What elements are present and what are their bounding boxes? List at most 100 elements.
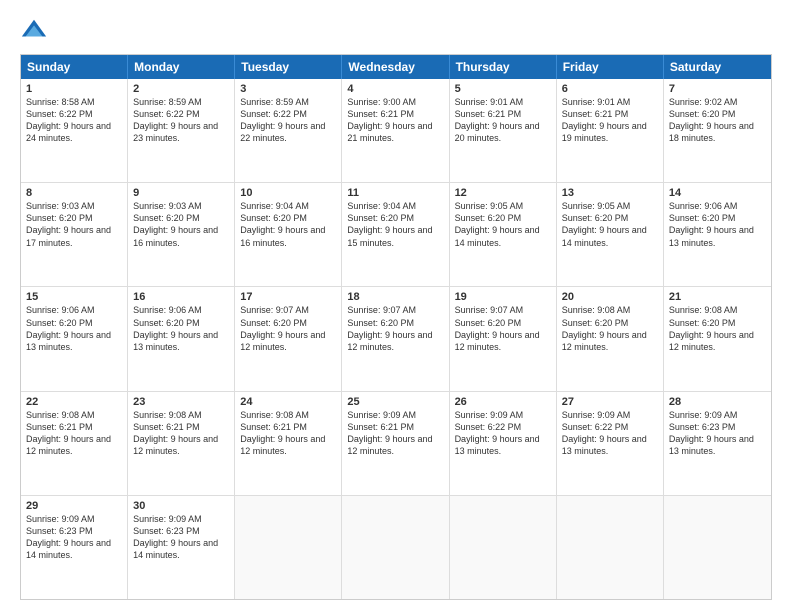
cell-info: Sunrise: 9:01 AMSunset: 6:21 PMDaylight:…	[562, 96, 658, 145]
day-cell: 8Sunrise: 9:03 AMSunset: 6:20 PMDaylight…	[21, 183, 128, 286]
day-number: 2	[133, 83, 229, 95]
day-cell: 17Sunrise: 9:07 AMSunset: 6:20 PMDayligh…	[235, 287, 342, 390]
day-cell: 24Sunrise: 9:08 AMSunset: 6:21 PMDayligh…	[235, 392, 342, 495]
day-number: 21	[669, 291, 766, 303]
empty-cell	[450, 496, 557, 599]
empty-cell	[342, 496, 449, 599]
cell-info: Sunrise: 9:07 AMSunset: 6:20 PMDaylight:…	[455, 304, 551, 353]
day-cell: 12Sunrise: 9:05 AMSunset: 6:20 PMDayligh…	[450, 183, 557, 286]
day-number: 23	[133, 396, 229, 408]
cell-info: Sunrise: 8:59 AMSunset: 6:22 PMDaylight:…	[240, 96, 336, 145]
empty-cell	[235, 496, 342, 599]
day-number: 25	[347, 396, 443, 408]
day-number: 19	[455, 291, 551, 303]
day-number: 3	[240, 83, 336, 95]
header-day: Friday	[557, 55, 664, 79]
calendar-row: 22Sunrise: 9:08 AMSunset: 6:21 PMDayligh…	[21, 391, 771, 495]
cell-info: Sunrise: 9:08 AMSunset: 6:21 PMDaylight:…	[240, 409, 336, 458]
calendar-row: 1Sunrise: 8:58 AMSunset: 6:22 PMDaylight…	[21, 79, 771, 182]
day-cell: 11Sunrise: 9:04 AMSunset: 6:20 PMDayligh…	[342, 183, 449, 286]
cell-info: Sunrise: 9:09 AMSunset: 6:23 PMDaylight:…	[133, 513, 229, 562]
day-cell: 30Sunrise: 9:09 AMSunset: 6:23 PMDayligh…	[128, 496, 235, 599]
day-number: 1	[26, 83, 122, 95]
day-number: 15	[26, 291, 122, 303]
calendar-header: SundayMondayTuesdayWednesdayThursdayFrid…	[21, 55, 771, 79]
day-number: 8	[26, 187, 122, 199]
day-number: 4	[347, 83, 443, 95]
cell-info: Sunrise: 9:09 AMSunset: 6:22 PMDaylight:…	[455, 409, 551, 458]
calendar-body: 1Sunrise: 8:58 AMSunset: 6:22 PMDaylight…	[21, 79, 771, 599]
day-cell: 14Sunrise: 9:06 AMSunset: 6:20 PMDayligh…	[664, 183, 771, 286]
day-number: 29	[26, 500, 122, 512]
cell-info: Sunrise: 9:09 AMSunset: 6:23 PMDaylight:…	[669, 409, 766, 458]
cell-info: Sunrise: 9:06 AMSunset: 6:20 PMDaylight:…	[26, 304, 122, 353]
empty-cell	[664, 496, 771, 599]
day-cell: 29Sunrise: 9:09 AMSunset: 6:23 PMDayligh…	[21, 496, 128, 599]
header-day: Thursday	[450, 55, 557, 79]
cell-info: Sunrise: 9:05 AMSunset: 6:20 PMDaylight:…	[562, 200, 658, 249]
cell-info: Sunrise: 9:06 AMSunset: 6:20 PMDaylight:…	[669, 200, 766, 249]
day-number: 17	[240, 291, 336, 303]
cell-info: Sunrise: 9:01 AMSunset: 6:21 PMDaylight:…	[455, 96, 551, 145]
day-cell: 7Sunrise: 9:02 AMSunset: 6:20 PMDaylight…	[664, 79, 771, 182]
day-cell: 21Sunrise: 9:08 AMSunset: 6:20 PMDayligh…	[664, 287, 771, 390]
day-number: 16	[133, 291, 229, 303]
header-day: Sunday	[21, 55, 128, 79]
day-number: 11	[347, 187, 443, 199]
cell-info: Sunrise: 9:08 AMSunset: 6:21 PMDaylight:…	[26, 409, 122, 458]
day-cell: 2Sunrise: 8:59 AMSunset: 6:22 PMDaylight…	[128, 79, 235, 182]
day-number: 18	[347, 291, 443, 303]
day-cell: 6Sunrise: 9:01 AMSunset: 6:21 PMDaylight…	[557, 79, 664, 182]
calendar-row: 29Sunrise: 9:09 AMSunset: 6:23 PMDayligh…	[21, 495, 771, 599]
day-number: 12	[455, 187, 551, 199]
cell-info: Sunrise: 9:05 AMSunset: 6:20 PMDaylight:…	[455, 200, 551, 249]
day-number: 7	[669, 83, 766, 95]
cell-info: Sunrise: 9:08 AMSunset: 6:20 PMDaylight:…	[562, 304, 658, 353]
logo-icon	[20, 16, 48, 44]
cell-info: Sunrise: 9:06 AMSunset: 6:20 PMDaylight:…	[133, 304, 229, 353]
cell-info: Sunrise: 9:08 AMSunset: 6:21 PMDaylight:…	[133, 409, 229, 458]
day-cell: 4Sunrise: 9:00 AMSunset: 6:21 PMDaylight…	[342, 79, 449, 182]
cell-info: Sunrise: 9:00 AMSunset: 6:21 PMDaylight:…	[347, 96, 443, 145]
header-day: Saturday	[664, 55, 771, 79]
day-cell: 3Sunrise: 8:59 AMSunset: 6:22 PMDaylight…	[235, 79, 342, 182]
header-day: Monday	[128, 55, 235, 79]
cell-info: Sunrise: 8:59 AMSunset: 6:22 PMDaylight:…	[133, 96, 229, 145]
day-number: 27	[562, 396, 658, 408]
calendar: SundayMondayTuesdayWednesdayThursdayFrid…	[20, 54, 772, 600]
cell-info: Sunrise: 8:58 AMSunset: 6:22 PMDaylight:…	[26, 96, 122, 145]
day-number: 28	[669, 396, 766, 408]
day-cell: 10Sunrise: 9:04 AMSunset: 6:20 PMDayligh…	[235, 183, 342, 286]
logo	[20, 16, 52, 44]
cell-info: Sunrise: 9:04 AMSunset: 6:20 PMDaylight:…	[347, 200, 443, 249]
day-number: 5	[455, 83, 551, 95]
day-number: 26	[455, 396, 551, 408]
cell-info: Sunrise: 9:08 AMSunset: 6:20 PMDaylight:…	[669, 304, 766, 353]
calendar-row: 8Sunrise: 9:03 AMSunset: 6:20 PMDaylight…	[21, 182, 771, 286]
day-cell: 5Sunrise: 9:01 AMSunset: 6:21 PMDaylight…	[450, 79, 557, 182]
day-cell: 1Sunrise: 8:58 AMSunset: 6:22 PMDaylight…	[21, 79, 128, 182]
cell-info: Sunrise: 9:09 AMSunset: 6:23 PMDaylight:…	[26, 513, 122, 562]
cell-info: Sunrise: 9:07 AMSunset: 6:20 PMDaylight:…	[347, 304, 443, 353]
empty-cell	[557, 496, 664, 599]
day-cell: 26Sunrise: 9:09 AMSunset: 6:22 PMDayligh…	[450, 392, 557, 495]
header-day: Wednesday	[342, 55, 449, 79]
day-cell: 27Sunrise: 9:09 AMSunset: 6:22 PMDayligh…	[557, 392, 664, 495]
cell-info: Sunrise: 9:03 AMSunset: 6:20 PMDaylight:…	[26, 200, 122, 249]
cell-info: Sunrise: 9:09 AMSunset: 6:22 PMDaylight:…	[562, 409, 658, 458]
header	[20, 16, 772, 44]
day-cell: 20Sunrise: 9:08 AMSunset: 6:20 PMDayligh…	[557, 287, 664, 390]
day-cell: 15Sunrise: 9:06 AMSunset: 6:20 PMDayligh…	[21, 287, 128, 390]
day-cell: 19Sunrise: 9:07 AMSunset: 6:20 PMDayligh…	[450, 287, 557, 390]
cell-info: Sunrise: 9:03 AMSunset: 6:20 PMDaylight:…	[133, 200, 229, 249]
day-number: 30	[133, 500, 229, 512]
day-cell: 9Sunrise: 9:03 AMSunset: 6:20 PMDaylight…	[128, 183, 235, 286]
day-number: 20	[562, 291, 658, 303]
day-cell: 22Sunrise: 9:08 AMSunset: 6:21 PMDayligh…	[21, 392, 128, 495]
day-cell: 28Sunrise: 9:09 AMSunset: 6:23 PMDayligh…	[664, 392, 771, 495]
day-number: 14	[669, 187, 766, 199]
cell-info: Sunrise: 9:02 AMSunset: 6:20 PMDaylight:…	[669, 96, 766, 145]
day-cell: 25Sunrise: 9:09 AMSunset: 6:21 PMDayligh…	[342, 392, 449, 495]
cell-info: Sunrise: 9:04 AMSunset: 6:20 PMDaylight:…	[240, 200, 336, 249]
day-cell: 18Sunrise: 9:07 AMSunset: 6:20 PMDayligh…	[342, 287, 449, 390]
